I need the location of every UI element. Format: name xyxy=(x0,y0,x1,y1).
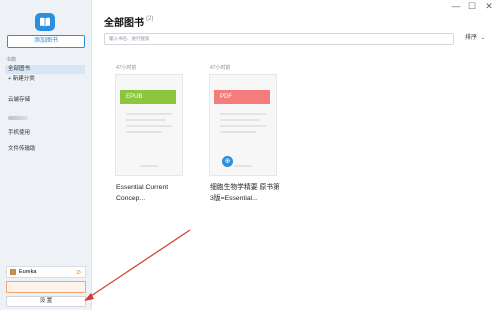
annotation-arrow xyxy=(84,229,191,301)
